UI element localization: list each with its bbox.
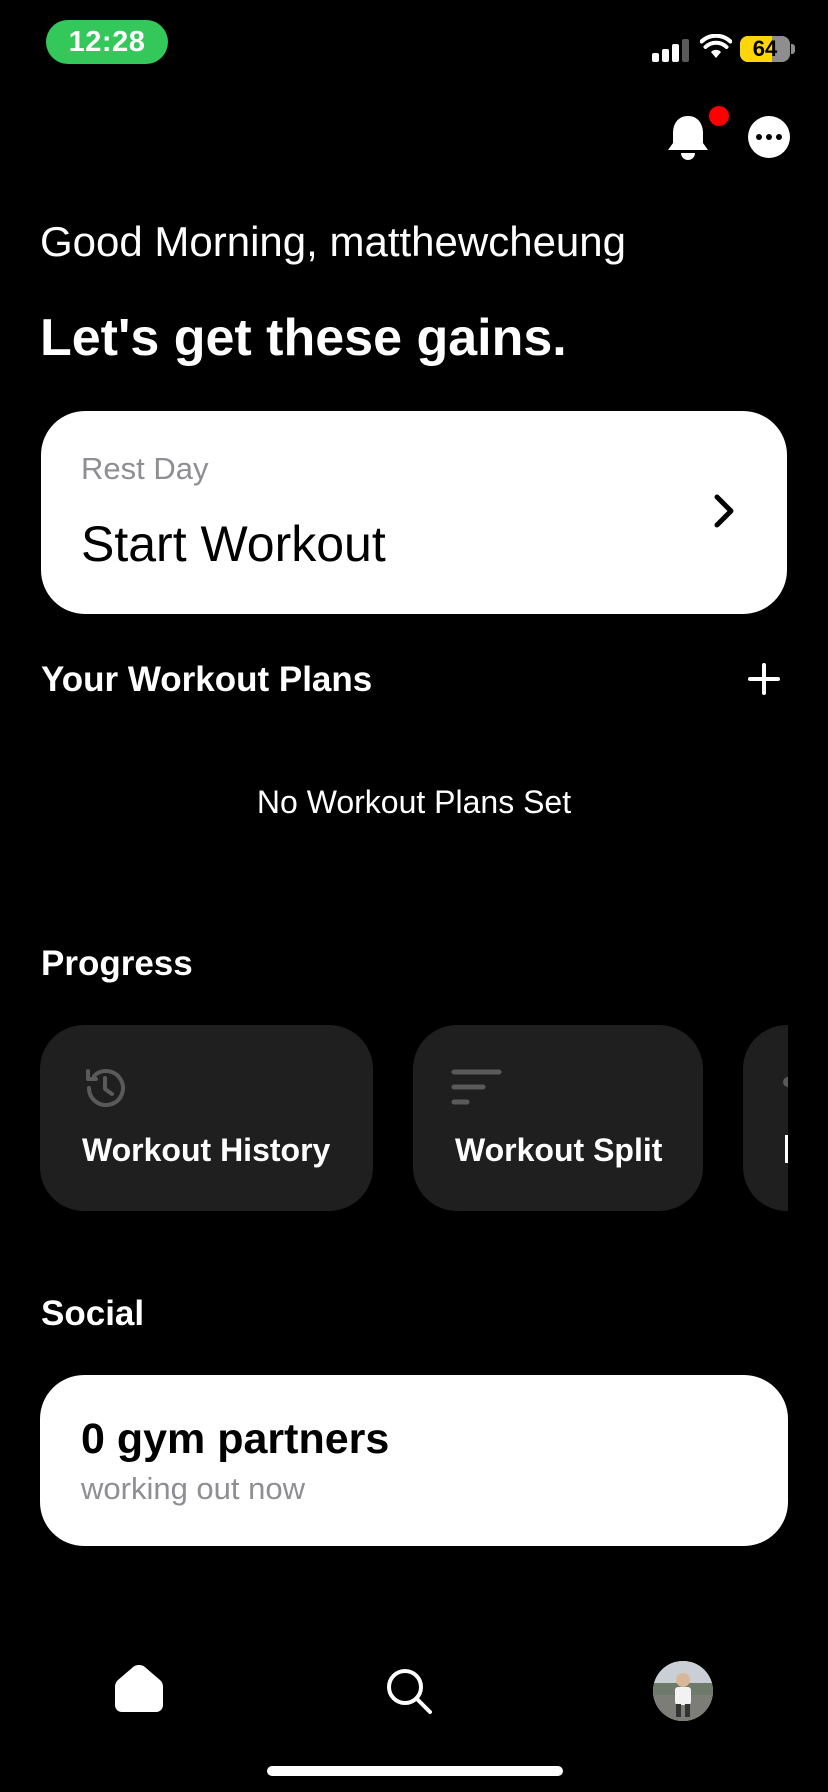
working-out-now-label: working out now bbox=[81, 1471, 306, 1506]
partial-tile-icon bbox=[783, 1077, 788, 1087]
empty-plans-message: No Workout Plans Set bbox=[256, 784, 572, 820]
tile-label: Workout History bbox=[82, 1132, 331, 1168]
battery-icon: 64 bbox=[740, 36, 790, 62]
chevron-right-icon bbox=[714, 494, 734, 528]
partial-progress-tile[interactable] bbox=[743, 1025, 788, 1211]
greeting-text: Good Morning, matthewcheung bbox=[40, 218, 627, 265]
workout-history-tile[interactable]: Workout History bbox=[40, 1025, 373, 1211]
workout-split-tile[interactable]: Workout Split bbox=[413, 1025, 703, 1211]
battery-level: 64 bbox=[752, 36, 778, 61]
notification-dot bbox=[709, 106, 729, 126]
social-title: Social bbox=[41, 1294, 145, 1333]
profile-avatar[interactable] bbox=[653, 1661, 713, 1721]
gym-partners-card[interactable]: 0 gym partners working out now bbox=[40, 1375, 788, 1546]
start-workout-label: Start Workout bbox=[81, 516, 386, 572]
battery-nub bbox=[791, 44, 795, 54]
headline: Let's get these gains. bbox=[40, 309, 567, 367]
status-time: 12:28 bbox=[46, 20, 168, 64]
history-icon bbox=[86, 1069, 125, 1108]
tile-label: Workout Split bbox=[455, 1132, 663, 1168]
gym-partners-count: 0 gym partners bbox=[81, 1415, 390, 1463]
more-button[interactable] bbox=[748, 116, 790, 158]
home-indicator[interactable] bbox=[267, 1766, 563, 1776]
add-plan-button[interactable] bbox=[748, 663, 780, 695]
home-icon[interactable] bbox=[114, 1663, 164, 1713]
search-icon[interactable] bbox=[385, 1667, 433, 1715]
sort-lines-icon bbox=[451, 1069, 502, 1105]
progress-title: Progress bbox=[41, 944, 193, 983]
cellular-signal-icon bbox=[652, 38, 689, 62]
bell-icon[interactable] bbox=[664, 112, 712, 164]
start-workout-card[interactable]: Rest Day Start Workout bbox=[41, 411, 787, 614]
avatar-image bbox=[653, 1661, 713, 1721]
more-icon bbox=[756, 134, 762, 140]
rest-day-label: Rest Day bbox=[81, 451, 209, 486]
partial-tile-label bbox=[785, 1135, 788, 1163]
wifi-icon bbox=[700, 34, 732, 58]
progress-carousel[interactable]: Workout History Workout Split bbox=[0, 1025, 788, 1211]
workout-plans-title: Your Workout Plans bbox=[41, 660, 373, 699]
